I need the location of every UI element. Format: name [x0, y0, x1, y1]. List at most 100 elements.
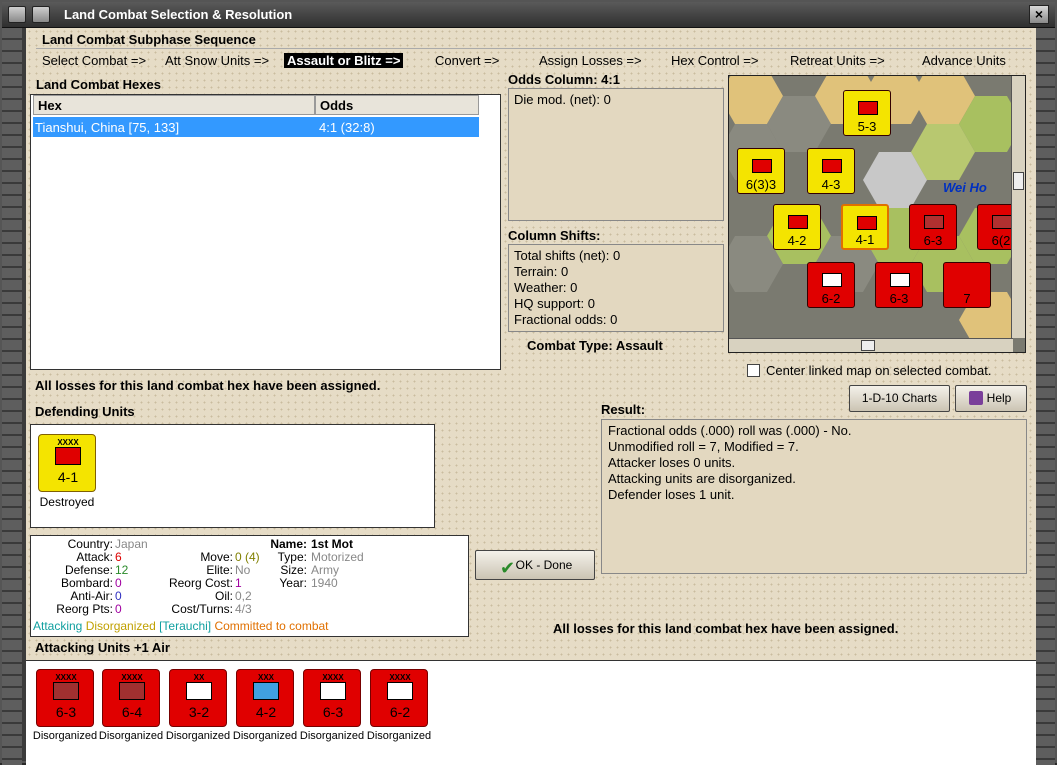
step-convert[interactable]: Convert => — [435, 53, 499, 68]
result-line: Attacking units are disorganized. — [608, 471, 796, 486]
shift-fractional: Fractional odds: 0 — [514, 312, 618, 327]
shift-terrain: Terrain: 0 — [514, 264, 569, 279]
row-odds: 4:1 (32:8) — [319, 120, 375, 135]
map-unit[interactable]: 5-3 — [843, 90, 891, 136]
result-line: Defender loses 1 unit. — [608, 487, 735, 502]
year-value: 1940 — [311, 576, 338, 590]
attacking-unit[interactable]: XXXX 6-2 — [370, 669, 428, 727]
map-vscroll-thumb[interactable] — [1013, 172, 1024, 190]
defending-unit-size: XXXX — [57, 438, 79, 447]
status-hq: [Terauchi] — [159, 619, 212, 633]
garrison-icon — [55, 447, 81, 465]
unit-size: XXXX — [55, 673, 77, 682]
attacking-unit[interactable]: XXXX 6-3 — [36, 669, 94, 727]
result-heading: Result: — [601, 402, 646, 417]
costturns-value: 4/3 — [235, 602, 252, 616]
attacking-unit[interactable]: XX 3-2 — [169, 669, 227, 727]
step-retreat[interactable]: Retreat Units => — [790, 53, 885, 68]
attacking-panel: XXXX 6-3 Disorganized XXXX 6-4 Disorganize… — [26, 660, 1036, 765]
unit-status: Disorganized — [366, 730, 432, 742]
status-committed: Committed to combat — [214, 619, 329, 633]
help-book-icon — [969, 391, 983, 405]
infantry-icon — [53, 682, 79, 700]
close-icon[interactable]: × — [1029, 5, 1049, 24]
shift-weather: Weather: 0 — [514, 280, 578, 295]
unit-value: 6-3 — [55, 704, 77, 720]
status-attacking: Attacking — [33, 619, 83, 633]
map-unit[interactable]: 6(3)3 — [737, 148, 785, 194]
defending-heading: Defending Units — [35, 404, 135, 419]
combat-hexes-heading: Land Combat Hexes — [36, 77, 161, 92]
map-unit[interactable]: 6-3 — [875, 262, 923, 308]
unit-status: Disorganized — [299, 730, 365, 742]
help-button[interactable]: Help — [955, 385, 1027, 412]
unit-size: XXXX — [322, 673, 344, 682]
column-odds[interactable]: Odds — [315, 95, 479, 115]
river-label: Wei Ho — [943, 180, 987, 195]
system-menu-icon[interactable] — [8, 6, 26, 23]
attacking-unit[interactable]: XXXX 6-3 — [303, 669, 361, 727]
defending-unit[interactable]: XXXX 4-1 — [38, 434, 96, 492]
center-map-checkbox[interactable] — [747, 364, 760, 377]
step-assault-blitz[interactable]: Assault or Blitz => — [284, 53, 404, 68]
motorized-icon — [119, 682, 145, 700]
ok-done-button[interactable]: ✔ OK - Done — [475, 550, 595, 580]
unit-status: Disorganized — [32, 730, 98, 742]
map-vscrollbar[interactable] — [1011, 76, 1025, 338]
map-hscroll-thumb[interactable] — [861, 340, 875, 351]
step-assign-losses[interactable]: Assign Losses => — [539, 53, 642, 68]
row-hex: Tianshui, China [75, 133] — [35, 120, 180, 135]
mechanized-icon — [253, 682, 279, 700]
unit-value: 6-3 — [322, 704, 344, 720]
step-advance[interactable]: Advance Units — [922, 53, 1006, 68]
table-row[interactable]: Tianshui, China [75, 133] 4:1 (32:8) — [33, 117, 479, 137]
dialog-window: Land Combat Selection & Resolution × Lan… — [0, 0, 1057, 765]
defending-unit-value: 4-1 — [57, 469, 79, 485]
shift-total: Total shifts (net): 0 — [514, 248, 621, 263]
unit-info-panel: Country: Attack: Defense: Bombard: Anti-… — [30, 535, 469, 637]
map-unit[interactable]: 6-2 — [807, 262, 855, 308]
unit-value: 4-2 — [255, 704, 277, 720]
right-frame — [1035, 28, 1055, 765]
unit-size: XXXX — [389, 673, 411, 682]
dialog-content: Land Combat Subphase Sequence Select Com… — [26, 28, 1036, 765]
result-panel: Fractional odds (.000) roll was (.000) -… — [601, 419, 1027, 574]
combat-type: Combat Type: Assault — [527, 338, 663, 353]
step-select-combat[interactable]: Select Combat => — [42, 53, 146, 68]
map-unit[interactable]: 4-2 — [773, 204, 821, 250]
unit-value: 6-2 — [389, 704, 411, 720]
map-unit-air[interactable]: 7 — [943, 262, 991, 308]
unit-size: XXXX — [121, 673, 143, 682]
year-label: Year: — [279, 576, 307, 590]
map-unit-defender[interactable]: 4-1 — [841, 204, 889, 250]
result-line: Fractional odds (.000) roll was (.000) -… — [608, 423, 852, 438]
shift-hq: HQ support: 0 — [514, 296, 595, 311]
step-hex-control[interactable]: Hex Control => — [671, 53, 758, 68]
unit-value: 3-2 — [188, 704, 210, 720]
defending-unit-status: Destroyed — [39, 495, 95, 509]
combat-hexes-table[interactable]: Hex Odds Tianshui, China [75, 133] 4:1 (… — [30, 94, 501, 370]
map-hscrollbar[interactable] — [729, 338, 1013, 352]
charts-button[interactable]: 1-D-10 Charts — [849, 385, 950, 412]
left-frame — [2, 28, 22, 765]
map-unit[interactable]: 4-3 — [807, 148, 855, 194]
motorized-icon — [387, 682, 413, 700]
attacking-unit[interactable]: XXXX 6-4 — [102, 669, 160, 727]
column-hex[interactable]: Hex — [33, 95, 315, 115]
step-att-snow[interactable]: Att Snow Units => — [165, 53, 269, 68]
unit-status: Disorganized — [232, 730, 298, 742]
linked-map[interactable]: 5-3 6(3)3 4-3 4-2 4-1 6-3 6(2 6-2 6-3 7 … — [728, 75, 1026, 353]
artillery-icon — [186, 682, 212, 700]
defending-panel: XXXX 4-1 Destroyed — [30, 424, 435, 528]
result-line: Attacker loses 0 units. — [608, 455, 736, 470]
map-unit[interactable]: 6-3 — [909, 204, 957, 250]
title-bar: Land Combat Selection & Resolution × — [2, 2, 1055, 28]
attacking-heading: Attacking Units +1 Air — [35, 640, 170, 655]
subphase-heading: Land Combat Subphase Sequence — [42, 32, 256, 47]
checkmark-icon: ✔ — [500, 558, 516, 578]
minimize-icon[interactable] — [32, 6, 50, 23]
center-map-label: Center linked map on selected combat. — [766, 363, 992, 378]
status-disorganized: Disorganized — [85, 619, 156, 633]
attacking-unit[interactable]: XXX 4-2 — [236, 669, 294, 727]
die-mod: Die mod. (net): 0 — [514, 92, 611, 107]
